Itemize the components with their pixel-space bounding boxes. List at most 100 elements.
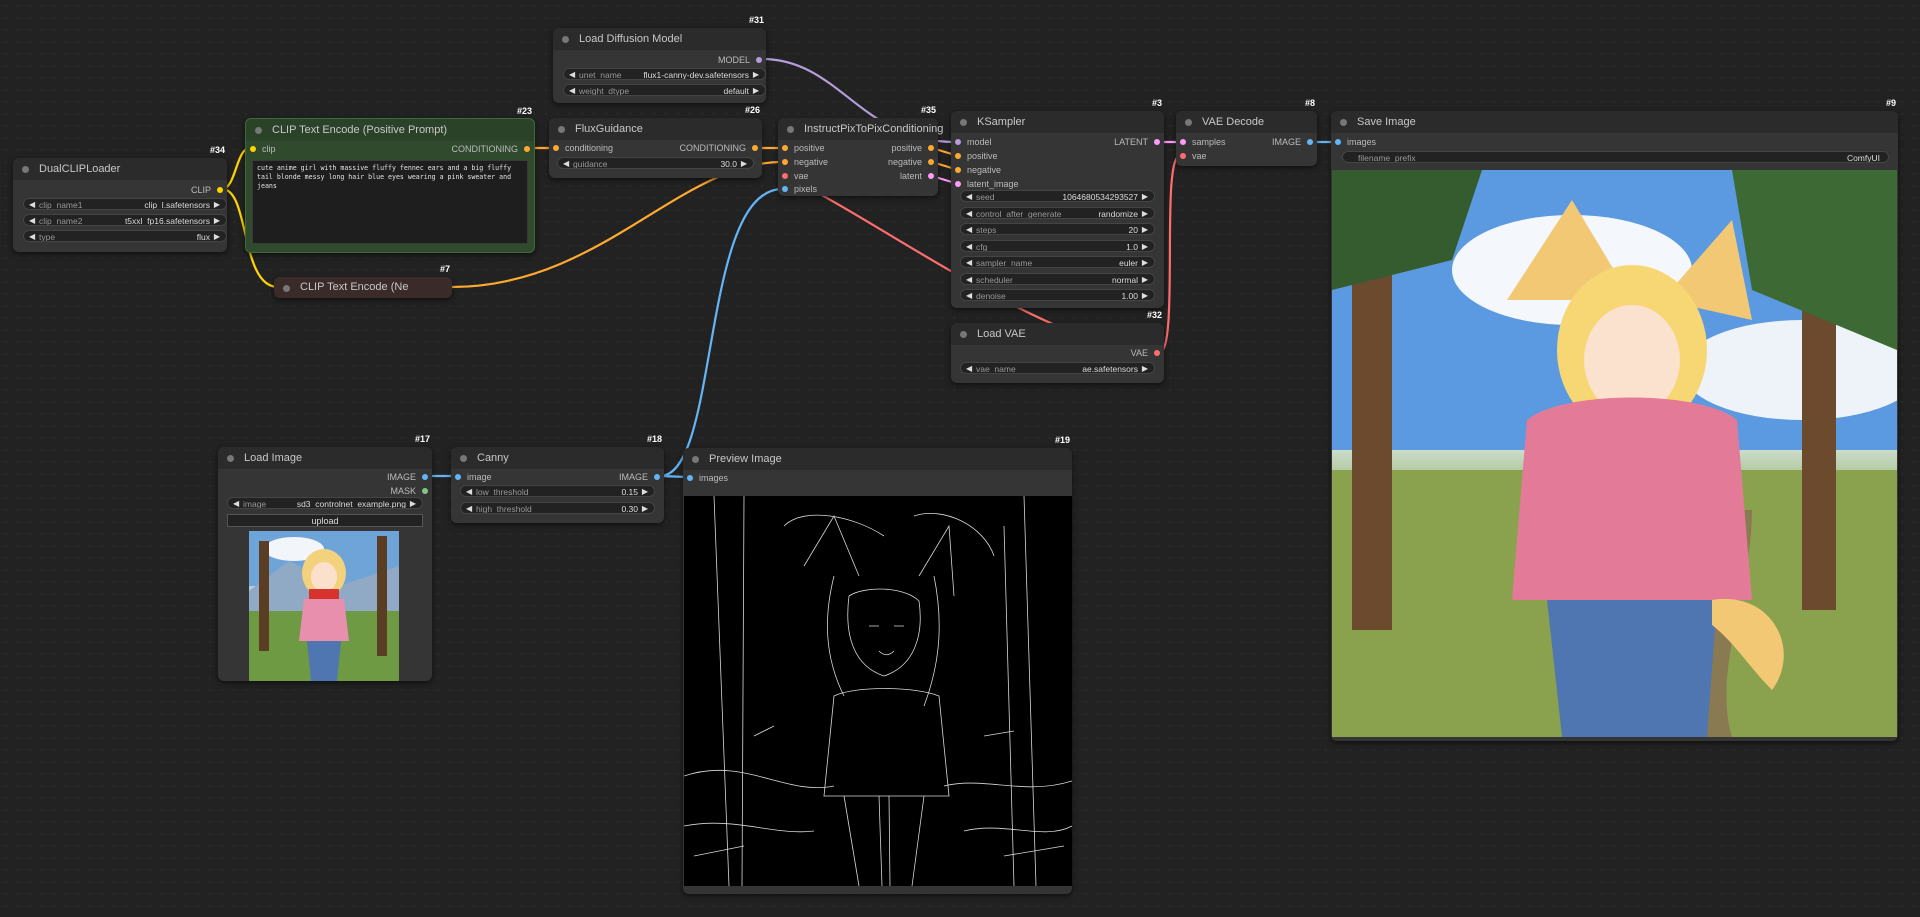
node-dual-clip-loader[interactable]: #34 DualCLIPLoader CLIP ◀ clip_name1 clip_…	[13, 145, 227, 252]
collapse-dot-icon[interactable]	[787, 126, 794, 133]
widget-low-threshold[interactable]: ◀ low_threshold 0.15 ▶	[460, 485, 655, 497]
widget-clip-name1[interactable]: ◀ clip_name1 clip_l.safetensors ▶	[23, 198, 227, 210]
output-model[interactable]: MODEL	[718, 54, 762, 66]
prompt-textarea[interactable]: cute anime girl with massive fluffy fenn…	[252, 160, 528, 244]
arrow-left-icon[interactable]: ◀	[466, 486, 472, 496]
input-vae[interactable]: vae	[1180, 150, 1207, 162]
output-pin-icon[interactable]	[1154, 350, 1160, 356]
arrow-left-icon[interactable]: ◀	[569, 85, 575, 95]
input-pin-icon[interactable]	[553, 145, 559, 151]
input-pin-icon[interactable]	[1335, 139, 1341, 145]
output-pin-icon[interactable]	[524, 146, 530, 152]
collapse-dot-icon[interactable]	[283, 285, 290, 292]
widget-clip-name2[interactable]: ◀ clip_name2 t5xxl_fp16.safetensors ▶	[23, 214, 227, 226]
widget-high-threshold[interactable]: ◀ high_threshold 0.30 ▶	[460, 502, 655, 514]
widget-weight-dtype[interactable]: ◀ weight_dtype default ▶	[563, 84, 766, 96]
arrow-left-icon[interactable]: ◀	[966, 241, 972, 251]
arrow-right-icon[interactable]: ▶	[1142, 241, 1148, 251]
arrow-right-icon[interactable]: ▶	[1142, 257, 1148, 267]
input-pin-icon[interactable]	[782, 173, 788, 179]
input-pin-icon[interactable]	[955, 139, 961, 145]
widget-type[interactable]: ◀ type flux ▶	[23, 230, 227, 242]
widget-image[interactable]: ◀ image sd3_controlnet_example.png ▶	[227, 497, 423, 509]
arrow-left-icon[interactable]: ◀	[966, 191, 972, 201]
arrow-left-icon[interactable]: ◀	[233, 498, 239, 508]
widget-scheduler[interactable]: ◀ scheduler normal ▶	[960, 273, 1155, 285]
arrow-right-icon[interactable]: ▶	[214, 231, 220, 241]
output-image[interactable]: IMAGE	[619, 471, 660, 483]
node-canny[interactable]: #18 Canny image IMAGE ◀ low_threshold 0.15…	[451, 434, 664, 523]
input-pin-icon[interactable]	[782, 145, 788, 151]
input-positive[interactable]: positive	[955, 150, 998, 162]
output-conditioning[interactable]: CONDITIONING	[452, 143, 530, 155]
arrow-left-icon[interactable]: ◀	[966, 274, 972, 284]
input-pin-icon[interactable]	[687, 475, 693, 481]
input-pin-icon[interactable]	[955, 167, 961, 173]
input-pin-icon[interactable]	[250, 146, 256, 152]
input-pin-icon[interactable]	[782, 186, 788, 192]
input-vae[interactable]: vae	[782, 170, 809, 182]
arrow-right-icon[interactable]: ▶	[642, 503, 648, 513]
output-pin-icon[interactable]	[654, 474, 660, 480]
node-title[interactable]: Canny	[451, 447, 664, 469]
widget-vae-name[interactable]: ◀ vae_name ae.safetensors ▶	[960, 362, 1155, 374]
node-flux-guidance[interactable]: #26 FluxGuidance conditioning CONDITIONI…	[549, 105, 762, 178]
arrow-left-icon[interactable]: ◀	[466, 503, 472, 513]
arrow-right-icon[interactable]: ▶	[410, 498, 416, 508]
output-image[interactable]: IMAGE	[1272, 136, 1313, 148]
node-title[interactable]: Preview Image	[683, 448, 1072, 470]
arrow-left-icon[interactable]: ◀	[29, 215, 35, 225]
output-mask[interactable]: MASK	[390, 485, 428, 497]
collapse-dot-icon[interactable]	[227, 455, 234, 462]
arrow-right-icon[interactable]: ▶	[1142, 224, 1148, 234]
widget-denoise[interactable]: ◀ denoise 1.00 ▶	[960, 289, 1155, 301]
input-image-thumbnail[interactable]	[249, 531, 399, 681]
widget-seed[interactable]: ◀ seed 1064680534293527 ▶	[960, 190, 1155, 202]
output-conditioning[interactable]: CONDITIONING	[680, 142, 758, 154]
widget-control-after-generate[interactable]: ◀ control_after_generate randomize ▶	[960, 207, 1155, 219]
input-pixels[interactable]: pixels	[782, 183, 817, 195]
node-ksampler[interactable]: #3 KSampler model positive negative late…	[951, 98, 1164, 308]
widget-sampler-name[interactable]: ◀ sampler_name euler ▶	[960, 256, 1155, 268]
output-pin-icon[interactable]	[422, 488, 428, 494]
output-pin-icon[interactable]	[1307, 139, 1313, 145]
arrow-right-icon[interactable]: ▶	[741, 158, 747, 168]
input-latent-image[interactable]: latent_image	[955, 178, 1019, 190]
output-image-preview[interactable]	[1332, 170, 1897, 737]
arrow-left-icon[interactable]: ◀	[966, 363, 972, 373]
input-pin-icon[interactable]	[782, 159, 788, 165]
output-clip[interactable]: CLIP	[191, 184, 223, 196]
node-load-image[interactable]: #17 Load Image IMAGE MASK ◀ image sd3_cont…	[218, 434, 432, 681]
collapse-dot-icon[interactable]	[960, 331, 967, 338]
node-title[interactable]: KSampler	[951, 111, 1164, 133]
collapse-dot-icon[interactable]	[692, 456, 699, 463]
output-pin-icon[interactable]	[422, 474, 428, 480]
node-title[interactable]: Load Diffusion Model	[553, 28, 766, 50]
arrow-right-icon[interactable]: ▶	[1142, 274, 1148, 284]
input-negative[interactable]: negative	[782, 156, 828, 168]
output-negative[interactable]: negative	[888, 156, 934, 168]
collapse-dot-icon[interactable]	[558, 126, 565, 133]
input-conditioning[interactable]: conditioning	[553, 142, 613, 154]
node-title[interactable]: Save Image	[1331, 111, 1898, 133]
widget-filename-prefix[interactable]: filename_prefix ComfyUI	[1342, 151, 1889, 163]
canny-preview-image[interactable]	[684, 496, 1072, 886]
output-image[interactable]: IMAGE	[387, 471, 428, 483]
input-pin-icon[interactable]	[1180, 139, 1186, 145]
collapse-dot-icon[interactable]	[460, 455, 467, 462]
input-positive[interactable]: positive	[782, 142, 825, 154]
node-title[interactable]: CLIP Text Encode (Ne	[274, 277, 452, 298]
node-save-image[interactable]: #9 Save Image images filename_prefix Comf…	[1331, 98, 1898, 741]
output-pin-icon[interactable]	[928, 173, 934, 179]
arrow-right-icon[interactable]: ▶	[642, 486, 648, 496]
collapse-dot-icon[interactable]	[562, 36, 569, 43]
arrow-right-icon[interactable]: ▶	[214, 215, 220, 225]
output-pin-icon[interactable]	[1154, 139, 1160, 145]
arrow-right-icon[interactable]: ▶	[1142, 290, 1148, 300]
output-latent[interactable]: latent	[900, 170, 934, 182]
node-preview-image[interactable]: #19 Preview Image images	[683, 435, 1072, 894]
input-model[interactable]: model	[955, 136, 992, 148]
node-title[interactable]: InstructPixToPixConditioning	[778, 118, 943, 140]
node-load-vae[interactable]: #32 Load VAE VAE ◀ vae_name ae.safetensors…	[951, 310, 1164, 383]
collapse-dot-icon[interactable]	[960, 119, 967, 126]
